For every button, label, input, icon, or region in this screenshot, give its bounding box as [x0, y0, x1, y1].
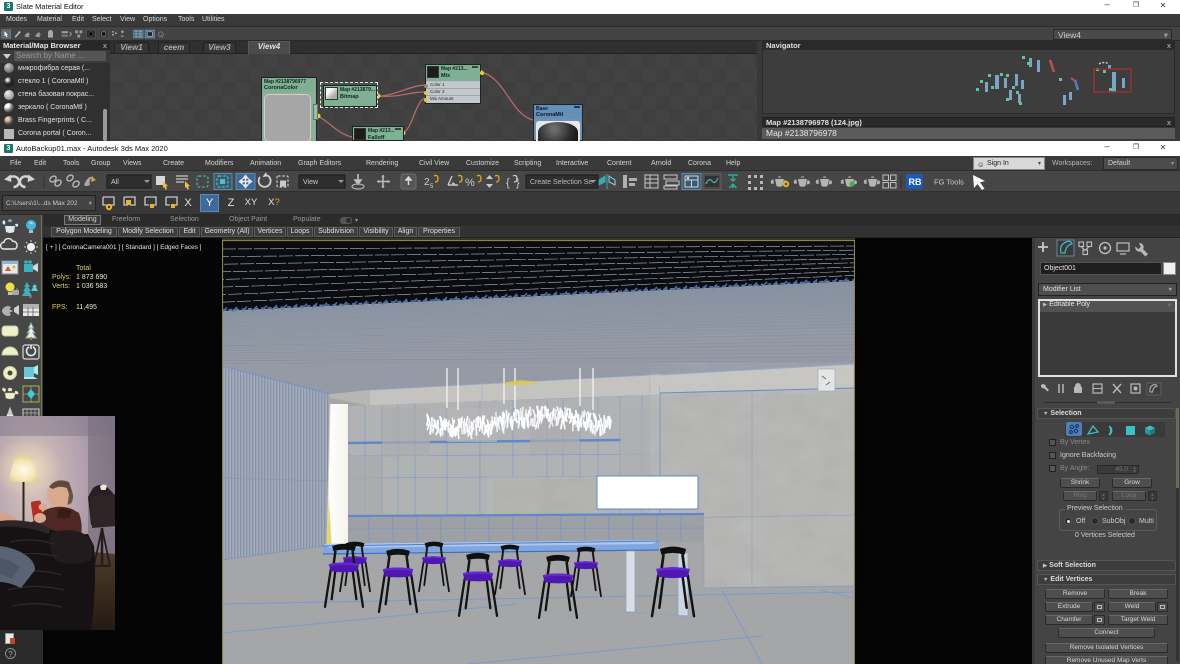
svg-text:5: 5 [430, 184, 434, 190]
svg-text:Create Selection Se: Create Selection Se [530, 179, 592, 186]
svg-text:FG Tools: FG Tools [934, 178, 964, 187]
svg-text:}: } [516, 177, 520, 189]
svg-text:View: View [303, 179, 319, 186]
svg-text:{: { [506, 177, 510, 189]
svg-text:%: % [465, 177, 475, 189]
svg-text:All: All [111, 179, 119, 186]
svg-text:RB: RB [909, 177, 922, 187]
